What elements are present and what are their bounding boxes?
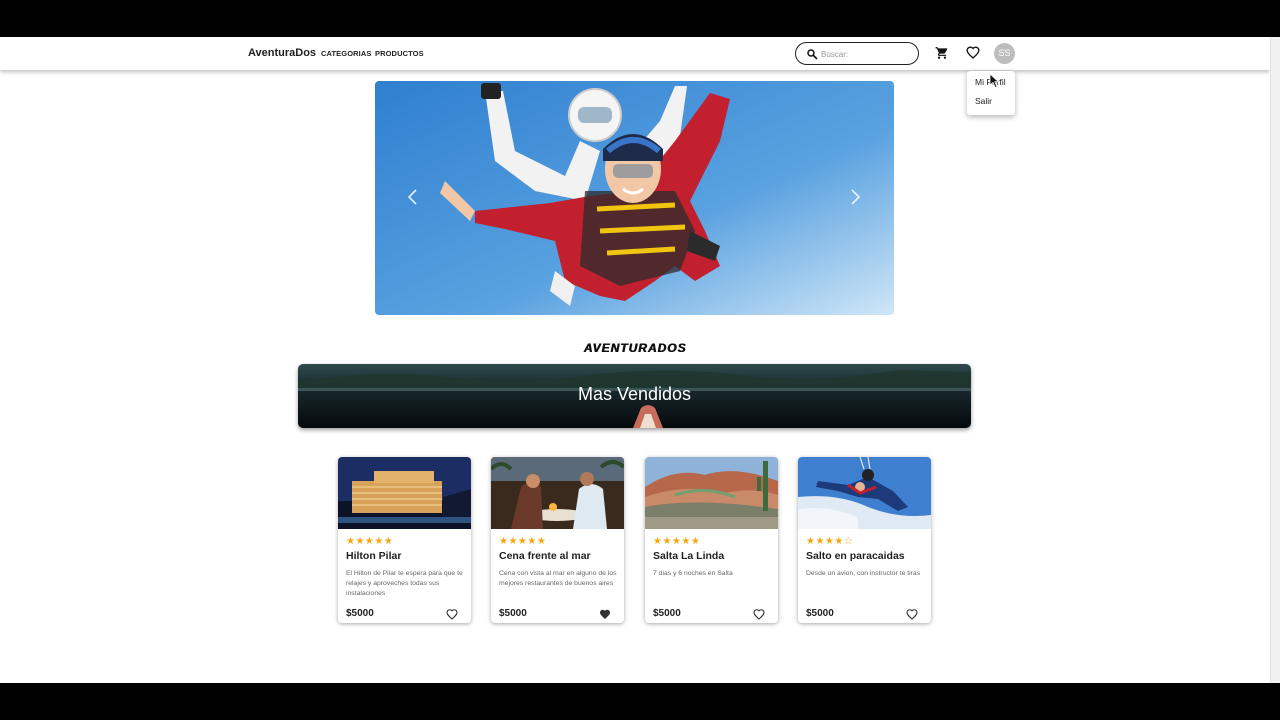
skydiving-image <box>375 81 894 315</box>
search-input[interactable] <box>821 47 913 61</box>
nav-link-productos[interactable]: PRODUCTOS <box>375 49 424 58</box>
product-card[interactable]: ★★★★☆ Salto en paracaidas Desde un avion… <box>798 457 931 623</box>
hotel-image <box>338 457 471 529</box>
rating-stars: ★★★★★ <box>653 536 701 547</box>
salta-landscape-image <box>645 457 778 529</box>
hero-carousel <box>375 81 894 315</box>
favorite-heart-icon[interactable] <box>906 609 918 620</box>
best-sellers-banner[interactable]: Mas Vendidos <box>298 364 971 428</box>
search-box[interactable] <box>795 42 919 65</box>
rating-stars: ★★★★★ <box>499 536 547 547</box>
card-price: $5000 <box>806 608 834 619</box>
nav-link-categorias[interactable]: CATEGORIAS <box>321 49 371 58</box>
mouse-cursor-icon <box>989 73 1000 89</box>
dinner-image <box>491 457 624 529</box>
card-title: Hilton Pilar <box>346 550 402 562</box>
favorite-heart-icon[interactable] <box>753 609 765 620</box>
user-avatar[interactable]: SS <box>994 43 1015 64</box>
card-description: El Hilton de Pilar te espera para que te… <box>346 570 463 597</box>
carousel-next-arrow-icon[interactable] <box>847 187 863 207</box>
cart-icon[interactable] <box>935 46 949 60</box>
page-scrollbar[interactable] <box>1270 37 1280 683</box>
product-card[interactable]: ★★★★★ Hilton Pilar El Hilton de Pilar te… <box>338 457 471 623</box>
card-title: Salto en paracaidas <box>806 550 905 562</box>
brand-logo[interactable]: AventuraDos <box>248 47 316 59</box>
skydive-card-image <box>798 457 931 529</box>
card-price: $5000 <box>499 608 527 619</box>
rating-stars: ★★★★☆ <box>806 536 854 547</box>
product-card[interactable]: ★★★★★ Salta La Linda 7 dias y 6 noches e… <box>645 457 778 623</box>
favorite-heart-icon[interactable] <box>446 609 458 620</box>
card-title: Cena frente al mar <box>499 550 591 562</box>
card-price: $5000 <box>346 608 374 619</box>
search-icon <box>807 49 818 60</box>
card-title: Salta La Linda <box>653 550 725 562</box>
card-description: 7 dias y 6 noches en Salta <box>653 570 733 577</box>
section-title: AVENTURADOS <box>583 341 687 355</box>
product-card[interactable]: ★★★★★ Cena frente al mar Cena con vista … <box>491 457 624 623</box>
favorite-heart-filled-icon[interactable] <box>599 609 611 620</box>
favorites-heart-icon[interactable] <box>966 46 980 60</box>
card-description: Desde un avion, con instructor te tiras <box>806 570 921 577</box>
top-navbar: AventuraDos CATEGORIAS PRODUCTOS SS <box>0 37 1270 70</box>
menu-item-salir[interactable]: Salir <box>975 96 992 106</box>
carousel-prev-arrow-icon[interactable] <box>405 187 421 207</box>
card-description: Cena con vista al mar en alguno de los m… <box>499 570 617 587</box>
banner-title: Mas Vendidos <box>577 384 692 404</box>
card-price: $5000 <box>653 608 681 619</box>
app-screen: AventuraDos CATEGORIAS PRODUCTOS SS Mi P… <box>0 37 1280 683</box>
rating-stars: ★★★★★ <box>346 536 394 547</box>
